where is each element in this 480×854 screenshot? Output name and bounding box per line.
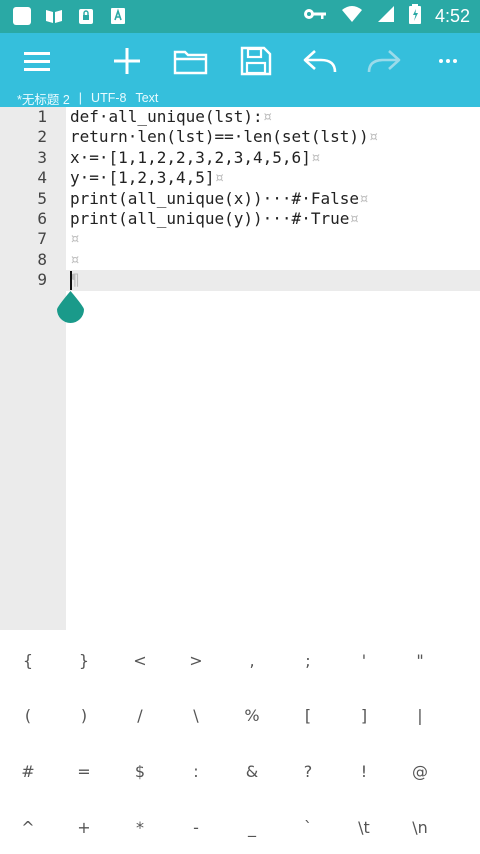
line-number: 2 [37, 127, 47, 147]
symbol-key[interactable]: < [112, 636, 168, 684]
symbol-key[interactable]: ; [280, 636, 336, 684]
code-line[interactable]: 1 def·all_unique(lst):¤ [0, 107, 480, 127]
line-number: 8 [37, 249, 47, 269]
line-text: y·=·[1,2,3,4,5]¤ [70, 168, 225, 188]
more-icon [439, 59, 457, 63]
symbol-key[interactable]: - [168, 803, 224, 851]
code-line[interactable]: 2 return·len(lst)==·len(set(lst))¤ [0, 127, 480, 147]
symbol-key[interactable]: \ [168, 691, 224, 739]
undo-icon [303, 50, 337, 73]
symbol-key[interactable]: _ [224, 803, 280, 851]
symbol-key[interactable]: ) [56, 691, 112, 739]
code-line[interactable]: 4 y·=·[1,2,3,4,5]¤ [0, 168, 480, 188]
code-line-current[interactable]: 9 ¶ [0, 270, 480, 291]
line-text: print(all_unique(x))···#·False¤ [70, 188, 369, 208]
symbol-key[interactable]: > [168, 636, 224, 684]
redo-button[interactable] [364, 41, 404, 81]
text-cursor [70, 271, 72, 290]
teardrop-handle-icon [57, 291, 84, 323]
save-button[interactable] [236, 41, 276, 81]
symbol-key[interactable]: * [112, 803, 168, 851]
wifi-icon [341, 5, 363, 27]
book-icon [44, 6, 64, 26]
code-line[interactable]: 7 ¤ [0, 229, 480, 249]
line-text: def·all_unique(lst):¤ [70, 107, 273, 126]
symbol-key[interactable]: ! [336, 747, 392, 795]
symbol-key[interactable]: [ [280, 691, 336, 739]
line-text: print(all_unique(y))···#·True¤ [70, 209, 359, 228]
line-number: 1 [37, 107, 47, 126]
symbol-key[interactable]: % [224, 691, 280, 739]
status-bar: 4:52 [0, 0, 480, 33]
symbol-key[interactable]: & [224, 747, 280, 795]
symbol-key[interactable]: : [168, 747, 224, 795]
symbol-key[interactable]: \t [336, 803, 392, 851]
menu-icon [24, 52, 50, 71]
symbol-key[interactable]: ( [0, 691, 56, 739]
new-file-button[interactable] [107, 41, 147, 81]
battery-icon [408, 4, 421, 28]
symbol-key[interactable]: @ [392, 747, 448, 795]
code-line[interactable]: 8 ¤ [0, 250, 480, 270]
symbol-key[interactable]: $ [112, 747, 168, 795]
line-number: 6 [37, 209, 47, 228]
save-icon [240, 46, 272, 76]
symbol-key[interactable]: ' [336, 636, 392, 684]
symbol-key[interactable]: = [56, 747, 112, 795]
line-text: return·len(lst)==·len(set(lst))¤ [70, 127, 379, 147]
undo-button[interactable] [300, 41, 340, 81]
code-line[interactable]: 6 print(all_unique(y))···#·True¤ [0, 209, 480, 229]
line-number: 7 [37, 229, 47, 249]
key-icon [303, 6, 327, 26]
line-text: ¤ [70, 249, 80, 269]
symbol-key[interactable]: / [112, 691, 168, 739]
clock: 4:52 [434, 5, 470, 26]
line-number: 3 [37, 147, 47, 167]
symbol-keyboard: { } < > , ; ' " ( ) / \ % [ ] | # = $ : … [0, 630, 480, 854]
symbol-key[interactable]: } [56, 636, 112, 684]
code-line[interactable]: 3 x·=·[1,1,2,2,3,2,3,4,5,6]¤ [0, 148, 480, 168]
cursor-handle[interactable] [57, 291, 84, 323]
separator: | [78, 91, 83, 105]
redo-icon [367, 50, 401, 73]
line-number: 4 [37, 168, 47, 188]
line-number: 9 [37, 270, 47, 290]
open-folder-icon [173, 50, 208, 75]
add-icon [114, 48, 140, 74]
symbol-key[interactable]: ? [280, 747, 336, 795]
file-info-bar: *无标题 2 | UTF-8 Text [0, 89, 480, 107]
more-options-button[interactable] [428, 41, 468, 81]
symbol-key[interactable]: ` [280, 803, 336, 851]
open-folder-button[interactable] [171, 41, 211, 81]
symbol-key[interactable]: , [224, 636, 280, 684]
line-text: ¤ [70, 229, 80, 249]
line-number: 5 [37, 188, 47, 208]
symbol-key[interactable]: \n [392, 803, 448, 851]
lock-app-icon [76, 6, 96, 26]
symbol-key[interactable]: { [0, 636, 56, 684]
symbol-key[interactable]: | [392, 691, 448, 739]
symbol-key[interactable]: ] [336, 691, 392, 739]
code-line[interactable]: 5 print(all_unique(x))···#·False¤ [0, 189, 480, 209]
file-encoding: UTF-8 [91, 91, 127, 105]
toolbar [0, 33, 480, 89]
app-icon [12, 6, 32, 26]
code-editor[interactable]: 1 def·all_unique(lst):¤ 2 return·len(lst… [0, 107, 480, 630]
line-text: x·=·[1,1,2,2,3,2,3,4,5,6]¤ [70, 147, 321, 167]
symbol-key[interactable]: " [392, 636, 448, 684]
symbol-key[interactable]: # [0, 747, 56, 795]
menu-button[interactable] [17, 41, 57, 81]
symbol-key[interactable]: + [56, 803, 112, 851]
symbol-key[interactable]: ^ [0, 803, 56, 851]
file-type: Text [135, 91, 159, 105]
file-name: *无标题 2 [17, 92, 70, 107]
signal-icon [377, 5, 395, 27]
font-app-icon [108, 6, 128, 26]
